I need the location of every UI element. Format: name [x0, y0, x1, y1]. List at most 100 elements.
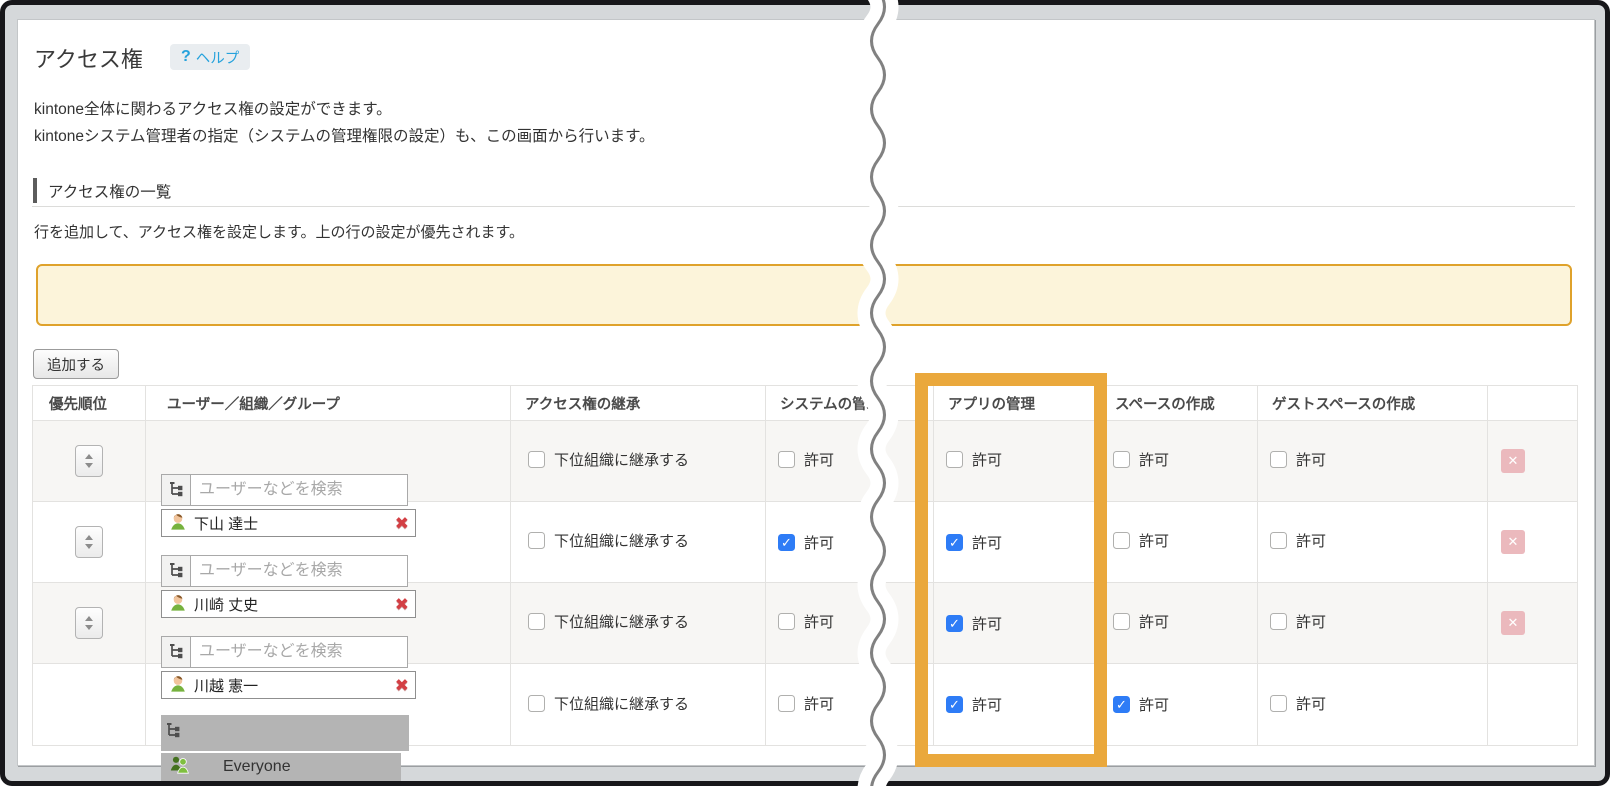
- org-select-button[interactable]: [161, 636, 191, 668]
- guest-space-create-label[interactable]: 許可: [1258, 449, 1326, 470]
- guest-space-create-label[interactable]: 許可: [1258, 693, 1326, 714]
- permissions-table: 優先順位 ユーザー／組織／グループ アクセス権の継承 システムの管理 アプリの管…: [32, 385, 1578, 746]
- move-up-icon[interactable]: [85, 454, 93, 459]
- table-header-row: 優先順位 ユーザー／組織／グループ アクセス権の継承 システムの管理 アプリの管…: [33, 386, 1578, 421]
- app-admin-checkbox[interactable]: [946, 696, 963, 713]
- app-admin-label[interactable]: 許可: [934, 449, 1002, 470]
- system-admin-label[interactable]: 許可: [766, 693, 834, 714]
- space-create-checkbox[interactable]: [1113, 613, 1130, 630]
- column-header-inheritance: アクセス権の継承: [511, 386, 766, 421]
- move-down-icon[interactable]: [85, 625, 93, 630]
- app-admin-label[interactable]: 許可: [934, 694, 1002, 715]
- guest-space-create-checkbox[interactable]: [1270, 613, 1287, 630]
- disabled-entity-search: [161, 715, 409, 751]
- column-header-system-admin: システムの管理: [766, 386, 934, 421]
- system-admin-checkbox[interactable]: [778, 534, 795, 551]
- space-create-checkbox[interactable]: [1113, 696, 1130, 713]
- guest-space-create-checkbox[interactable]: [1270, 451, 1287, 468]
- selected-user-name: 下山 達士: [194, 513, 395, 534]
- section-header: アクセス権の一覧: [33, 178, 171, 203]
- system-admin-checkbox[interactable]: [778, 695, 795, 712]
- org-select-button[interactable]: [161, 474, 191, 506]
- person-icon: [168, 592, 188, 617]
- guest-space-create-checkbox[interactable]: [1270, 532, 1287, 549]
- org-tree-icon: [168, 481, 184, 500]
- description-line: kintoneシステム管理者の指定（システムの管理権限の設定）も、この画面から行…: [34, 123, 655, 150]
- move-up-icon[interactable]: [85, 616, 93, 621]
- app-admin-checkbox[interactable]: [946, 615, 963, 632]
- selected-user-chip: 川越 憲一✖: [161, 671, 416, 699]
- app-admin-checkbox[interactable]: [946, 534, 963, 551]
- table-hint-text: 行を追加して、アクセス権を設定します。上の行の設定が優先されます。: [34, 221, 524, 242]
- org-select-button[interactable]: [161, 555, 191, 587]
- section-title: アクセス権の一覧: [48, 180, 171, 202]
- priority-spinner[interactable]: [75, 607, 103, 639]
- app-admin-checkbox[interactable]: [946, 451, 963, 468]
- user-search-input[interactable]: [190, 474, 408, 506]
- inherit-checkbox-label[interactable]: 下位組織に継承する: [511, 449, 689, 470]
- help-link-label: ヘルプ: [196, 47, 240, 68]
- column-header-actions: [1488, 386, 1578, 421]
- question-icon: ?: [181, 48, 191, 66]
- guest-space-create-label[interactable]: 許可: [1258, 530, 1326, 551]
- column-header-entity: ユーザー／組織／グループ: [146, 386, 511, 421]
- system-admin-checkbox[interactable]: [778, 613, 795, 630]
- column-header-guest-space-create: ゲストスペースの作成: [1258, 386, 1488, 421]
- org-tree-icon: [165, 722, 181, 743]
- remove-user-icon[interactable]: ✖: [395, 515, 409, 532]
- space-create-label[interactable]: 許可: [1101, 611, 1169, 632]
- inherit-checkbox-label[interactable]: 下位組織に継承する: [511, 611, 689, 632]
- column-header-app-admin: アプリの管理: [934, 386, 1101, 421]
- page-title: アクセス権: [34, 42, 143, 74]
- inherit-checkbox[interactable]: [528, 532, 545, 549]
- inherit-checkbox-label[interactable]: 下位組織に継承する: [511, 530, 689, 551]
- user-search-input[interactable]: [190, 555, 408, 587]
- space-create-checkbox[interactable]: [1113, 532, 1130, 549]
- guest-space-create-label[interactable]: 許可: [1258, 611, 1326, 632]
- inherit-checkbox[interactable]: [528, 451, 545, 468]
- org-tree-icon: [168, 562, 184, 581]
- remove-user-icon[interactable]: ✖: [395, 677, 409, 694]
- system-admin-label[interactable]: 許可: [766, 611, 834, 632]
- section-divider: [32, 206, 1575, 207]
- space-create-checkbox[interactable]: [1113, 451, 1130, 468]
- table-row: 下山 達士✖下位組織に継承する許可許可許可許可✕: [33, 421, 1578, 502]
- selected-group-name: Everyone: [223, 758, 291, 776]
- description-line: kintone全体に関わるアクセス権の設定ができます。: [34, 96, 655, 123]
- delete-row-button[interactable]: ✕: [1501, 530, 1525, 554]
- selected-group-chip: Everyone: [161, 753, 401, 781]
- selected-user-name: 川越 憲一: [194, 675, 395, 696]
- move-down-icon[interactable]: [85, 544, 93, 549]
- space-create-label[interactable]: 許可: [1101, 530, 1169, 551]
- space-create-label[interactable]: 許可: [1101, 694, 1169, 715]
- system-admin-label[interactable]: 許可: [766, 449, 834, 470]
- notice-highlight-box: [36, 264, 1572, 326]
- system-admin-label[interactable]: 許可: [766, 532, 834, 553]
- inherit-checkbox-label[interactable]: 下位組織に継承する: [511, 693, 689, 714]
- help-link[interactable]: ? ヘルプ: [170, 44, 250, 70]
- delete-row-button[interactable]: ✕: [1501, 449, 1525, 473]
- page-description: kintone全体に関わるアクセス権の設定ができます。 kintoneシステム管…: [34, 96, 655, 150]
- table-body: 下山 達士✖下位組織に継承する許可許可許可許可✕川崎 丈史✖下位組織に継承する許…: [33, 421, 1578, 746]
- selected-user-name: 川崎 丈史: [194, 594, 395, 615]
- person-icon: [168, 673, 188, 698]
- org-tree-icon: [168, 643, 184, 662]
- user-search-input[interactable]: [190, 636, 408, 668]
- person-icon: [168, 511, 188, 536]
- app-admin-label[interactable]: 許可: [934, 532, 1002, 553]
- guest-space-create-checkbox[interactable]: [1270, 695, 1287, 712]
- move-up-icon[interactable]: [85, 535, 93, 540]
- system-admin-checkbox[interactable]: [778, 451, 795, 468]
- app-admin-label[interactable]: 許可: [934, 613, 1002, 634]
- inherit-checkbox[interactable]: [528, 613, 545, 630]
- column-header-priority: 優先順位: [33, 386, 146, 421]
- space-create-label[interactable]: 許可: [1101, 449, 1169, 470]
- add-row-button[interactable]: 追加する: [33, 349, 119, 379]
- priority-spinner[interactable]: [75, 445, 103, 477]
- move-down-icon[interactable]: [85, 463, 93, 468]
- priority-spinner[interactable]: [75, 526, 103, 558]
- inherit-checkbox[interactable]: [528, 695, 545, 712]
- screenshot-frame: アクセス権 ? ヘルプ kintone全体に関わるアクセス権の設定ができます。 …: [0, 0, 1610, 786]
- delete-row-button[interactable]: ✕: [1501, 611, 1525, 635]
- remove-user-icon[interactable]: ✖: [395, 596, 409, 613]
